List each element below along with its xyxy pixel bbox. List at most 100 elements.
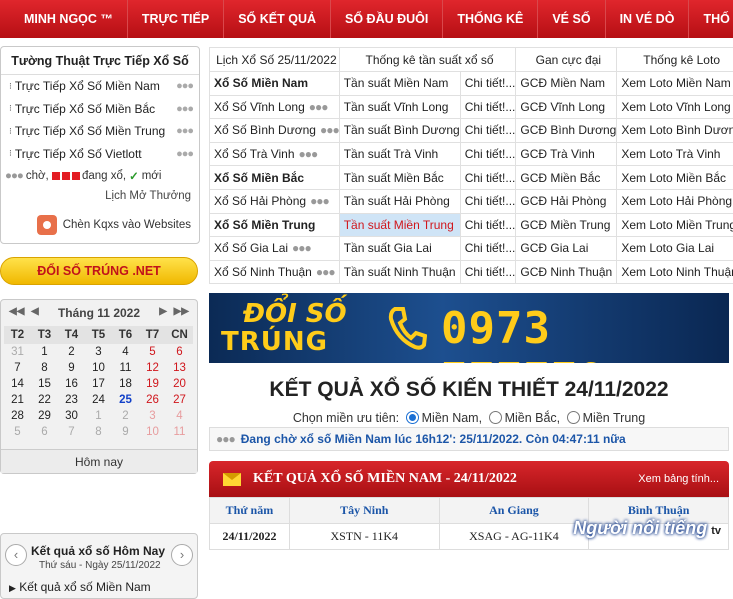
frequency-link[interactable]: Tần suất Miền Bắc	[339, 166, 460, 190]
calendar-day[interactable]: 20	[166, 376, 193, 392]
frequency-link[interactable]: Tần suất Hải Phòng	[339, 189, 460, 213]
calendar-day[interactable]: 15	[31, 376, 58, 392]
frequency-link[interactable]: Tần suất Gia Lai	[339, 237, 460, 261]
calendar-day[interactable]: 8	[31, 360, 58, 376]
calendar-day[interactable]: 16	[58, 376, 85, 392]
gan-link[interactable]: GCĐ Ninh Thuận	[516, 260, 617, 284]
calendar-day[interactable]: 18	[112, 376, 139, 392]
calendar-day[interactable]: 5	[4, 424, 31, 440]
schedule-link[interactable]: Lịch Mở Thưởng	[1, 187, 199, 205]
loto-link[interactable]: Xem Loto Ninh Thuận	[617, 260, 733, 284]
nav-item-7[interactable]: THỐ	[689, 0, 733, 38]
gan-link[interactable]: GCĐ Gia Lai	[516, 237, 617, 261]
gan-link[interactable]: GCĐ Trà Vinh	[516, 142, 617, 166]
gan-link[interactable]: GCĐ Vĩnh Long	[516, 95, 617, 119]
live-item[interactable]: ⁝Trực Tiếp Xổ Số Miền Nam●●●	[1, 75, 199, 98]
loto-link[interactable]: Xem Loto Miền Trung	[617, 213, 733, 237]
next-year-icon[interactable]: ▶▶	[174, 306, 189, 317]
loto-link[interactable]: Xem Loto Gia Lai	[617, 237, 733, 261]
calendar-day[interactable]: 4	[166, 408, 193, 424]
calendar-day[interactable]: 1	[85, 408, 112, 424]
calendar-day[interactable]: 22	[31, 392, 58, 408]
prev-month-icon[interactable]: ◀	[31, 306, 39, 317]
calendar-day[interactable]: 9	[58, 360, 85, 376]
calendar-day[interactable]: 8	[85, 424, 112, 440]
calendar-day[interactable]: 4	[112, 344, 139, 360]
embed-link[interactable]: Chèn Kqxs vào Websites	[1, 215, 199, 235]
detail-link[interactable]: Chi tiết!...	[460, 142, 516, 166]
calendar-day[interactable]: 21	[4, 392, 31, 408]
calendar-day[interactable]: 7	[58, 424, 85, 440]
calendar-day[interactable]: 23	[58, 392, 85, 408]
calendar-day[interactable]: 5	[139, 344, 166, 360]
gan-link[interactable]: GCĐ Miền Bắc	[516, 166, 617, 190]
calendar-day[interactable]: 12	[139, 360, 166, 376]
province-link[interactable]: Xổ Số Miền Nam	[210, 72, 340, 96]
view-table-link[interactable]: Xem bảng tính...	[638, 473, 719, 485]
doi-so-banner[interactable]: ĐỔI SỐ TRÚNG 0973 777779	[209, 293, 729, 363]
calendar-day[interactable]: 6	[166, 344, 193, 360]
detail-link[interactable]: Chi tiết!...	[460, 260, 516, 284]
province-link[interactable]: Xổ Số Hải Phòng●●●	[210, 189, 340, 213]
detail-link[interactable]: Chi tiết!...	[460, 189, 516, 213]
loto-link[interactable]: Xem Loto Miền Bắc	[617, 166, 733, 190]
loto-link[interactable]: Xem Loto Miền Nam	[617, 72, 733, 96]
province-link[interactable]: Xổ Số Miền Trung	[210, 213, 340, 237]
calendar-day[interactable]: 7	[4, 360, 31, 376]
gan-link[interactable]: GCĐ Bình Dương	[516, 119, 617, 143]
calendar-day[interactable]: 26	[139, 392, 166, 408]
calendar-day[interactable]: 9	[112, 424, 139, 440]
radio-mien-nam[interactable]	[406, 411, 419, 424]
calendar-day[interactable]: 1	[31, 344, 58, 360]
calendar-day[interactable]: 11	[166, 424, 193, 440]
live-item[interactable]: ⁝Trực Tiếp Xổ Số Miền Bắc●●●	[1, 98, 199, 121]
prev-year-icon[interactable]: ◀◀	[9, 306, 24, 317]
frequency-link[interactable]: Tần suất Bình Dương	[339, 119, 460, 143]
frequency-link[interactable]: Tần suất Vĩnh Long	[339, 95, 460, 119]
next-day-button[interactable]: ›	[171, 544, 193, 566]
province-link[interactable]: Xổ Số Vĩnh Long●●●	[210, 95, 340, 119]
calendar-day[interactable]: 29	[31, 408, 58, 424]
calendar-day[interactable]: 3	[85, 344, 112, 360]
calendar-day[interactable]: 31	[4, 344, 31, 360]
detail-link[interactable]: Chi tiết!...	[460, 95, 516, 119]
detail-link[interactable]: Chi tiết!...	[460, 237, 516, 261]
loto-link[interactable]: Xem Loto Hải Phòng	[617, 189, 733, 213]
calendar-day[interactable]: 24	[85, 392, 112, 408]
gan-link[interactable]: GCĐ Miền Nam	[516, 72, 617, 96]
province-link[interactable]: Xổ Số Miền Bắc	[210, 166, 340, 190]
nav-item-2[interactable]: SỔ KẾT QUẢ	[224, 0, 331, 38]
loto-link[interactable]: Xem Loto Vĩnh Long	[617, 95, 733, 119]
radio-mien-bac[interactable]	[489, 411, 502, 424]
nav-item-5[interactable]: VÉ SỐ	[538, 0, 605, 38]
calendar-day[interactable]: 2	[58, 344, 85, 360]
live-item[interactable]: ⁝Trực Tiếp Xổ Số Vietlott●●●	[1, 143, 199, 166]
today-button[interactable]: Hôm nay	[1, 449, 197, 473]
loto-link[interactable]: Xem Loto Bình Dương	[617, 119, 733, 143]
calendar-day[interactable]: 19	[139, 376, 166, 392]
nav-item-1[interactable]: TRỰC TIẾP	[128, 0, 224, 38]
prev-day-button[interactable]: ‹	[5, 544, 27, 566]
calendar-day[interactable]: 10	[139, 424, 166, 440]
calendar-day[interactable]: 10	[85, 360, 112, 376]
nav-item-3[interactable]: SỔ ĐẦU ĐUÔI	[331, 0, 443, 38]
calendar-day[interactable]: 13	[166, 360, 193, 376]
frequency-link[interactable]: Tần suất Miền Nam	[339, 72, 460, 96]
calendar-day[interactable]: 11	[112, 360, 139, 376]
calendar-day[interactable]: 6	[31, 424, 58, 440]
frequency-link[interactable]: Tần suất Trà Vinh	[339, 142, 460, 166]
calendar-day[interactable]: 17	[85, 376, 112, 392]
calendar-day[interactable]: 2	[112, 408, 139, 424]
calendar-day[interactable]: 3	[139, 408, 166, 424]
calendar-day[interactable]: 14	[4, 376, 31, 392]
calendar-day[interactable]: 28	[4, 408, 31, 424]
nav-item-0[interactable]: MINH NGỌC ™	[0, 0, 128, 38]
nav-item-4[interactable]: THỐNG KÊ	[443, 0, 538, 38]
calendar-day[interactable]: 27	[166, 392, 193, 408]
detail-link[interactable]: Chi tiết!...	[460, 166, 516, 190]
province-link[interactable]: Xổ Số Ninh Thuận●●●	[210, 260, 340, 284]
detail-link[interactable]: Chi tiết!...	[460, 72, 516, 96]
province-link[interactable]: Xổ Số Gia Lai●●●	[210, 237, 340, 261]
calendar-day[interactable]: 30	[58, 408, 85, 424]
nav-item-6[interactable]: IN VÉ DÒ	[606, 0, 690, 38]
